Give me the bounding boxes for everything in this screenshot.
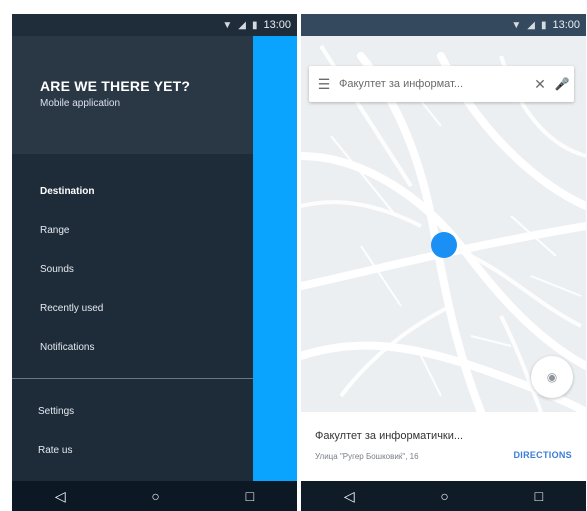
menu-item-range[interactable]: Range — [12, 211, 253, 250]
menu-item-destination[interactable]: Destination — [12, 172, 253, 211]
system-nav-bar: ◁ ○ □ — [301, 481, 586, 511]
back-icon[interactable]: ◁ — [344, 488, 355, 505]
battery-icon: ▮ — [540, 19, 547, 31]
menu-item-label: Range — [40, 225, 70, 236]
status-time: 13:00 — [552, 19, 580, 31]
menu-item-rate-us[interactable]: Rate us — [12, 431, 253, 470]
app-title: ARE WE THERE YET? — [40, 78, 191, 94]
menu-item-label: Recently used — [40, 303, 104, 314]
my-location-button[interactable]: ◉ — [531, 356, 573, 398]
menu-item-label: Notifications — [40, 342, 95, 353]
place-address: Улица "Ругер Бошковиќ", 16 — [315, 452, 419, 461]
menu-item-label: Rate us — [38, 445, 73, 456]
target-icon: ◉ — [546, 370, 558, 384]
map-view[interactable]: ☰ Факултет за информат... ✕ 🎤 ◉ ➜ — [301, 36, 586, 456]
wifi-icon: ▼ — [222, 19, 233, 31]
menu-item-label: Destination — [40, 186, 95, 197]
battery-icon: ▮ — [251, 19, 258, 31]
current-location-dot — [431, 232, 457, 258]
home-icon[interactable]: ○ — [151, 488, 159, 504]
back-icon[interactable]: ◁ — [55, 488, 66, 505]
app-subtitle: Mobile application — [40, 98, 121, 109]
search-input[interactable]: Факултет за информат... — [339, 78, 530, 90]
signal-icon: ◢ — [527, 19, 535, 31]
system-nav-bar: ◁ ○ □ — [12, 481, 297, 511]
right-phone: ▼ ◢ ▮ 13:00 ☰ Факултет за информат... ✕ … — [301, 14, 586, 511]
menu-item-sounds[interactable]: Sounds — [12, 250, 253, 289]
search-bar[interactable]: ☰ Факултет за информат... ✕ 🎤 — [309, 66, 574, 102]
status-time: 13:00 — [263, 19, 291, 31]
place-name: Факултет за информатички... — [315, 430, 464, 442]
close-icon[interactable]: ✕ — [530, 76, 550, 93]
home-icon[interactable]: ○ — [440, 488, 448, 504]
drawer-header: ARE WE THERE YET? Mobile application — [12, 36, 253, 154]
menu-icon[interactable]: ☰ — [309, 76, 339, 93]
menu-item-label: Settings — [38, 406, 75, 417]
mic-icon[interactable]: 🎤 — [550, 77, 574, 91]
drawer-footer: Settings Rate us — [12, 392, 253, 470]
directions-button[interactable]: DIRECTIONS — [513, 450, 572, 460]
wifi-icon: ▼ — [511, 19, 522, 31]
menu-item-recently-used[interactable]: Recently used — [12, 289, 253, 328]
recent-apps-icon[interactable]: □ — [535, 488, 543, 504]
menu-item-settings[interactable]: Settings — [12, 392, 253, 431]
drawer-divider — [12, 378, 253, 379]
menu-item-label: Sounds — [40, 264, 74, 275]
left-phone: ▼ ◢ ▮ 13:00 ARE WE THERE YET? Mobile app… — [12, 14, 297, 511]
status-bar: ▼ ◢ ▮ 13:00 — [301, 14, 586, 36]
recent-apps-icon[interactable]: □ — [246, 488, 254, 504]
signal-icon: ◢ — [238, 19, 246, 31]
menu-item-notifications[interactable]: Notifications — [12, 328, 253, 367]
content-behind-drawer[interactable] — [253, 36, 297, 481]
navigation-drawer: ARE WE THERE YET? Mobile application Des… — [12, 36, 253, 481]
drawer-menu: Destination Range Sounds Recently used N… — [12, 172, 253, 367]
place-card[interactable]: Факултет за информатички... Улица "Ругер… — [301, 412, 586, 481]
status-bar: ▼ ◢ ▮ 13:00 — [12, 14, 297, 36]
